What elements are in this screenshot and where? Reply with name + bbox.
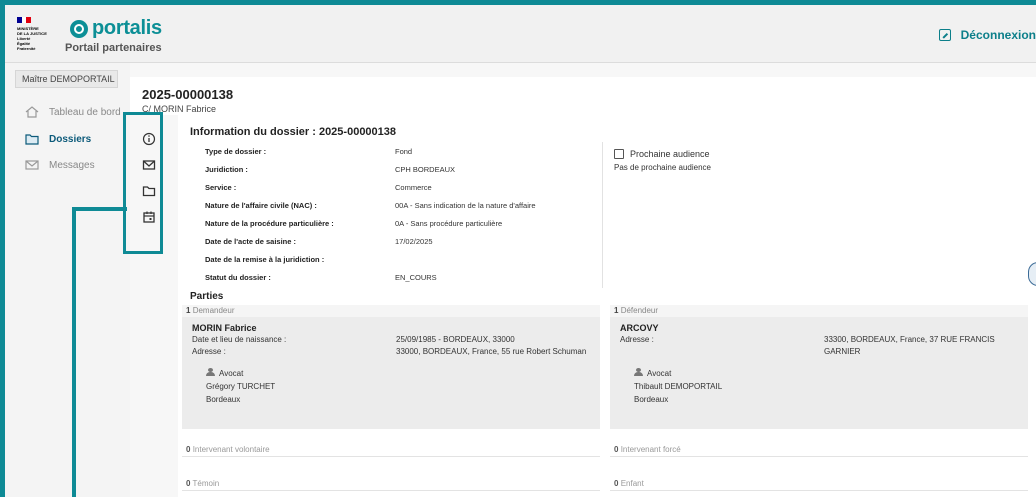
user-name: Maître DEMOPORTAIL <box>15 70 118 88</box>
ministry-text: MINISTÈRE DE LA JUSTICE Liberté Égalité … <box>17 26 47 51</box>
parties-title: Parties <box>190 291 224 302</box>
counter-label: Enfant <box>620 479 644 488</box>
lawyer-city: Bordeaux <box>634 395 669 404</box>
party-role-label: Demandeur <box>192 306 235 315</box>
field-label: Statut du dossier : <box>205 273 271 282</box>
sidebar: Maître DEMOPORTAIL Tableau de bord Dossi… <box>5 63 130 497</box>
party-card-demandeur: 1 Demandeur MORIN Fabrice Date et lieu d… <box>182 305 600 429</box>
field-label: Juridiction : <box>205 165 248 174</box>
birth-label: Date et lieu de naissance : <box>192 335 287 344</box>
next-hearing-label: Prochaine audience <box>630 149 710 159</box>
portalis-logo-icon <box>70 19 88 38</box>
next-hearing-text: Pas de prochaine audience <box>614 163 711 172</box>
counter-label: Témoin <box>192 479 220 488</box>
counter-enfant[interactable]: 0 Enfant <box>610 475 1028 491</box>
field-label: Date de la remise à la juridiction : <box>205 255 325 264</box>
brand-subtitle: Portail partenaires <box>65 42 162 54</box>
party-role-label: Défendeur <box>620 306 659 315</box>
case-number: 2025-00000138 <box>142 87 234 102</box>
party-name: MORIN Fabrice <box>192 323 257 333</box>
field-value: 17/02/2025 <box>395 237 433 246</box>
highlight-box <box>123 112 163 254</box>
lawyer-label-text: Avocat <box>219 369 244 378</box>
counter-temoin[interactable]: 0 Témoin <box>182 475 600 491</box>
counter-intervenant-force[interactable]: 0 Intervenant forcé <box>610 441 1028 457</box>
divider <box>602 142 603 288</box>
brand-name: portalis <box>92 17 162 39</box>
field-value: EN_COURS <box>395 273 437 282</box>
info-title: Information du dossier : 2025-00000138 <box>190 126 397 138</box>
folder-icon <box>25 133 39 145</box>
address-value-line1: 33300, BORDEAUX, France, 37 RUE FRANCIS <box>824 335 995 344</box>
sidebar-item-label: Messages <box>49 159 95 171</box>
sidebar-item-dashboard[interactable]: Tableau de bord <box>25 106 121 118</box>
next-hearing-title: Prochaine audience <box>614 149 710 159</box>
field-value: Fond <box>395 147 413 156</box>
field-value: Commerce <box>395 183 432 192</box>
logout-label: Déconnexion <box>960 28 1036 42</box>
counter-count: 0 <box>186 479 191 488</box>
field-label: Service : <box>205 183 237 192</box>
sidebar-item-label: Dossiers <box>49 133 92 145</box>
field-value: 00A - Sans indication de la nature d'aff… <box>395 201 536 210</box>
counter-label: Intervenant forcé <box>620 445 681 454</box>
address-value-line2: GARNIER <box>824 347 861 356</box>
field-label: Nature de l'affaire civile (NAC) : <box>205 201 317 210</box>
ministry-logo: MINISTÈRE DE LA JUSTICE Liberté Égalité … <box>17 17 57 55</box>
address-label: Adresse : <box>192 347 226 356</box>
field-label: Type de dossier : <box>205 147 267 156</box>
lawyer-label-text: Avocat <box>647 369 672 378</box>
highlight-connector <box>72 207 127 211</box>
party-name: ARCOVY <box>620 323 659 333</box>
highlight-connector <box>72 207 76 497</box>
counter-intervenant-volontaire[interactable]: 0 Intervenant volontaire <box>182 441 600 457</box>
help-bubble-icon[interactable] <box>1028 262 1036 286</box>
address-label: Adresse : <box>620 335 654 344</box>
field-value: CPH BORDEAUX <box>395 165 456 174</box>
counter-count: 0 <box>186 445 191 454</box>
party-card-defendeur: 1 Défendeur ARCOVY Adresse : 33300, BORD… <box>610 305 1028 429</box>
party-count: 1 <box>614 306 619 315</box>
lawyer-name: Thibault DEMOPORTAIL <box>634 382 723 391</box>
case-header: 2025-00000138 C/ MORIN Fabrice <box>130 77 1036 115</box>
field-value: 0A - Sans procédure particulière <box>395 219 503 228</box>
counter-label: Intervenant volontaire <box>192 445 270 454</box>
mail-icon <box>25 159 39 171</box>
case-info-panel: Information du dossier : 2025-00000138 T… <box>178 115 1036 497</box>
birth-value: 25/09/1985 - BORDEAUX, 33000 <box>396 335 515 344</box>
lawyer-name: Grégory TURCHET <box>206 382 276 391</box>
field-label: Date de l'acte de saisine : <box>205 237 296 246</box>
address-value: 33000, BORDEAUX, France, 55 rue Robert S… <box>396 347 587 356</box>
main-content: 2025-00000138 C/ MORIN Fabrice Informati… <box>130 63 1036 497</box>
lawyer-city: Bordeaux <box>206 395 241 404</box>
party-role: 1 Défendeur <box>610 305 1028 317</box>
calendar-icon <box>614 149 624 159</box>
lawyer-icon <box>206 368 215 376</box>
party-role: 1 Demandeur <box>182 305 600 317</box>
lawyer-icon <box>634 368 643 376</box>
home-icon <box>25 106 39 118</box>
sidebar-item-messages[interactable]: Messages <box>25 159 95 171</box>
lawyer-label: Avocat <box>634 368 671 378</box>
field-label: Nature de la procédure particulière : <box>205 219 334 228</box>
lawyer-label: Avocat <box>206 368 243 378</box>
party-count: 1 <box>186 306 191 315</box>
logout-button[interactable]: Déconnexion <box>938 28 1036 42</box>
counter-count: 0 <box>614 445 619 454</box>
counter-count: 0 <box>614 479 619 488</box>
external-link-icon <box>938 29 951 41</box>
portalis-logo[interactable]: portalis <box>70 17 162 40</box>
sidebar-item-label: Tableau de bord <box>49 106 121 118</box>
sidebar-item-dossiers[interactable]: Dossiers <box>25 133 91 145</box>
top-header: MINISTÈRE DE LA JUSTICE Liberté Égalité … <box>5 5 1036 63</box>
french-flag-icon <box>17 17 32 23</box>
